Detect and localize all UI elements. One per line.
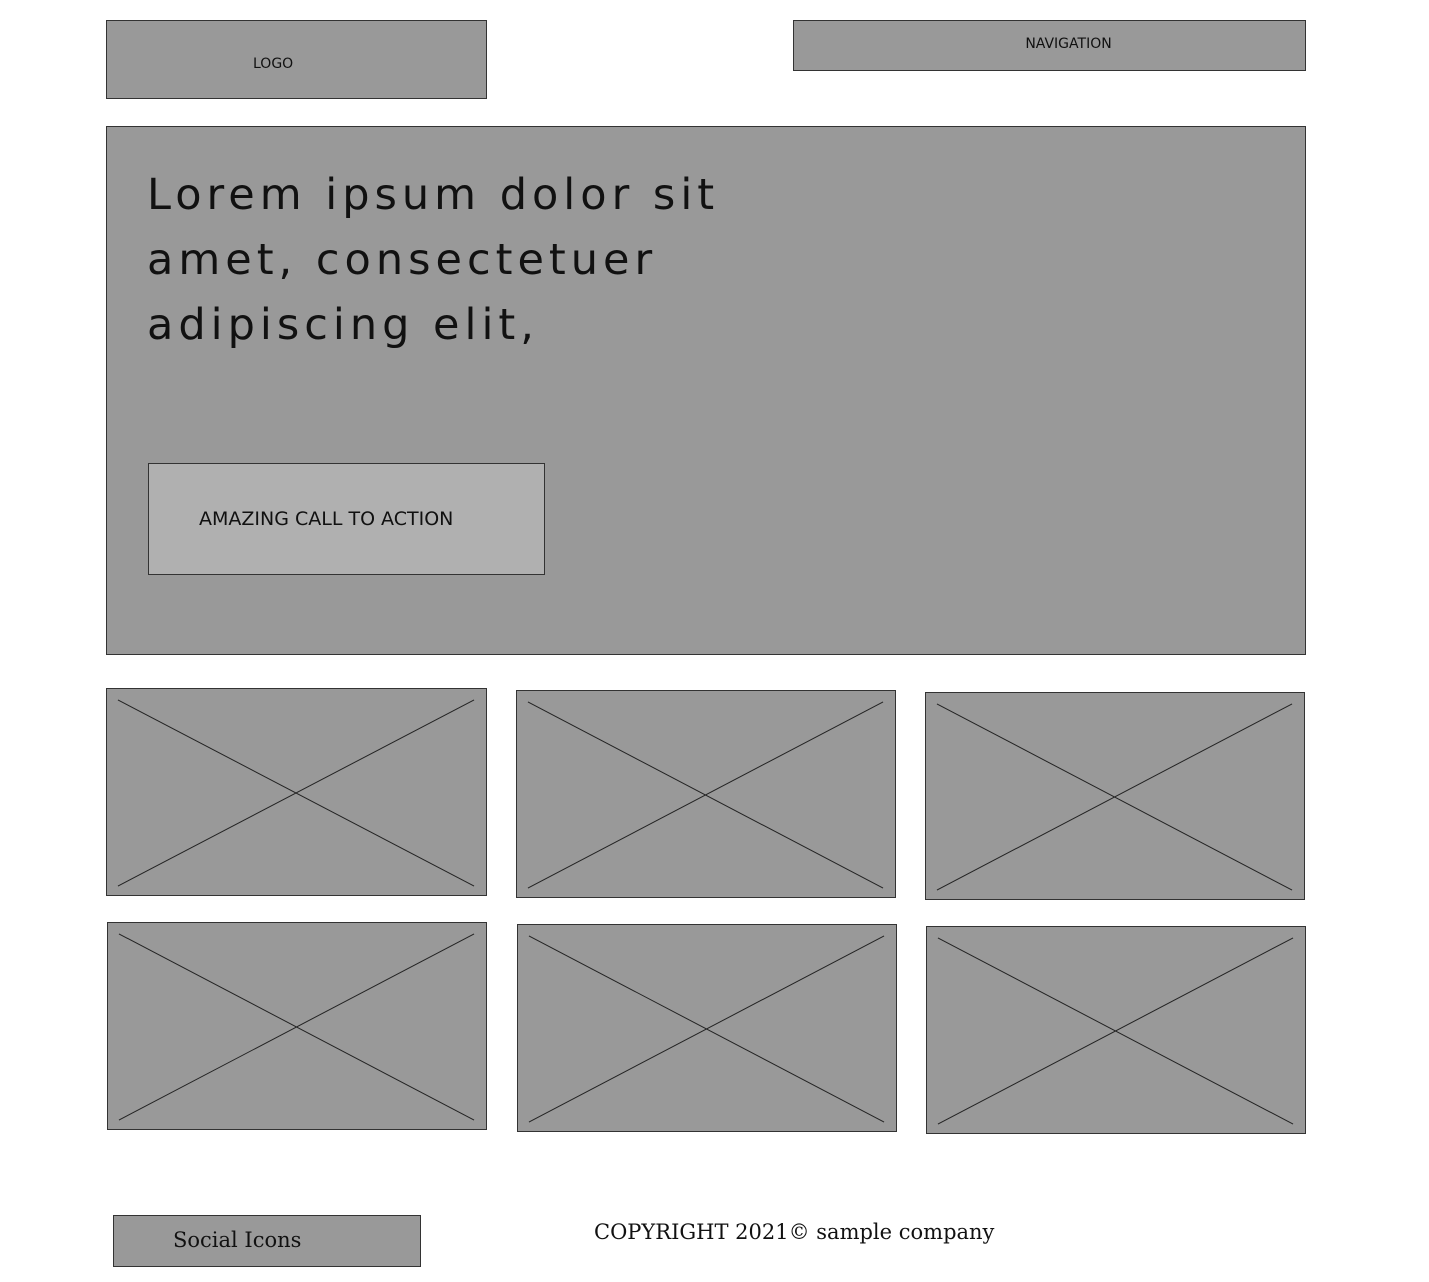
image-placeholder-5	[517, 924, 897, 1132]
image-placeholder-cross-icon	[117, 699, 475, 887]
social-icons-label: Social Icons	[173, 1228, 302, 1252]
logo-label: LOGO	[253, 56, 294, 72]
navigation-placeholder[interactable]: NAVIGATION	[793, 20, 1306, 71]
image-placeholder-cross-icon	[937, 937, 1294, 1125]
call-to-action-button[interactable]: AMAZING CALL TO ACTION	[148, 463, 545, 575]
hero-section: Lorem ipsum dolor sit amet, consectetuer…	[106, 126, 1306, 655]
image-placeholder-cross-icon	[936, 703, 1293, 891]
image-placeholder-3	[925, 692, 1305, 900]
image-placeholder-4	[107, 922, 487, 1130]
social-icons-placeholder[interactable]: Social Icons	[113, 1215, 421, 1267]
image-placeholder-6	[926, 926, 1306, 1134]
image-placeholder-cross-icon	[527, 701, 884, 889]
image-placeholder-1	[106, 688, 487, 896]
image-placeholder-2	[516, 690, 896, 898]
navigation-label: NAVIGATION	[1025, 36, 1112, 52]
image-placeholder-cross-icon	[118, 933, 475, 1121]
logo-placeholder[interactable]: LOGO	[106, 20, 487, 99]
hero-heading: Lorem ipsum dolor sit amet, consectetuer…	[147, 170, 720, 350]
image-placeholder-cross-icon	[528, 935, 885, 1123]
copyright-text: COPYRIGHT 2021© sample company	[594, 1220, 995, 1244]
